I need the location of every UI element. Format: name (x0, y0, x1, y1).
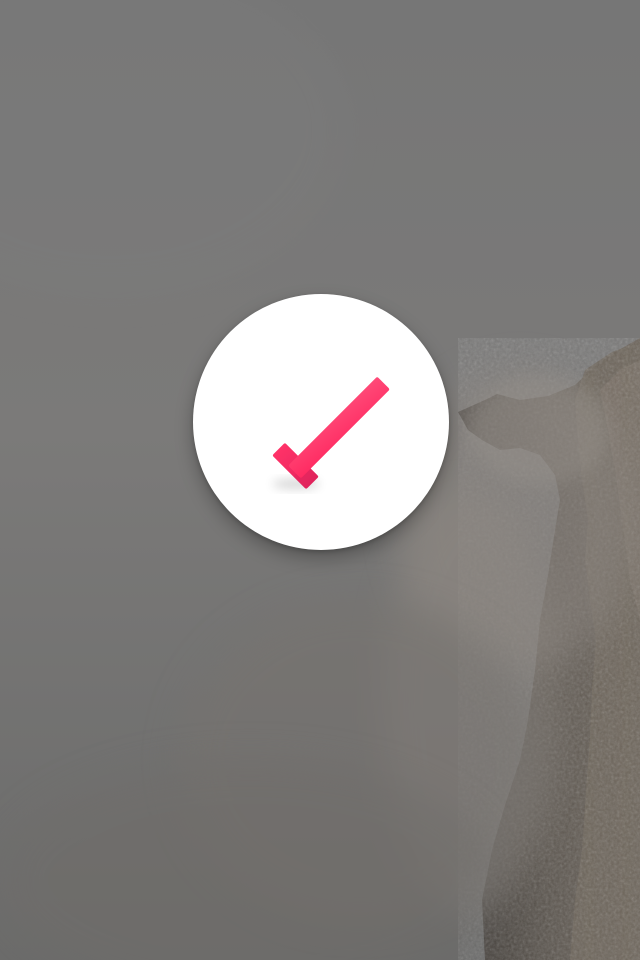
checkmark-icon (272, 377, 390, 490)
success-screen (0, 0, 640, 960)
success-badge (193, 294, 449, 550)
